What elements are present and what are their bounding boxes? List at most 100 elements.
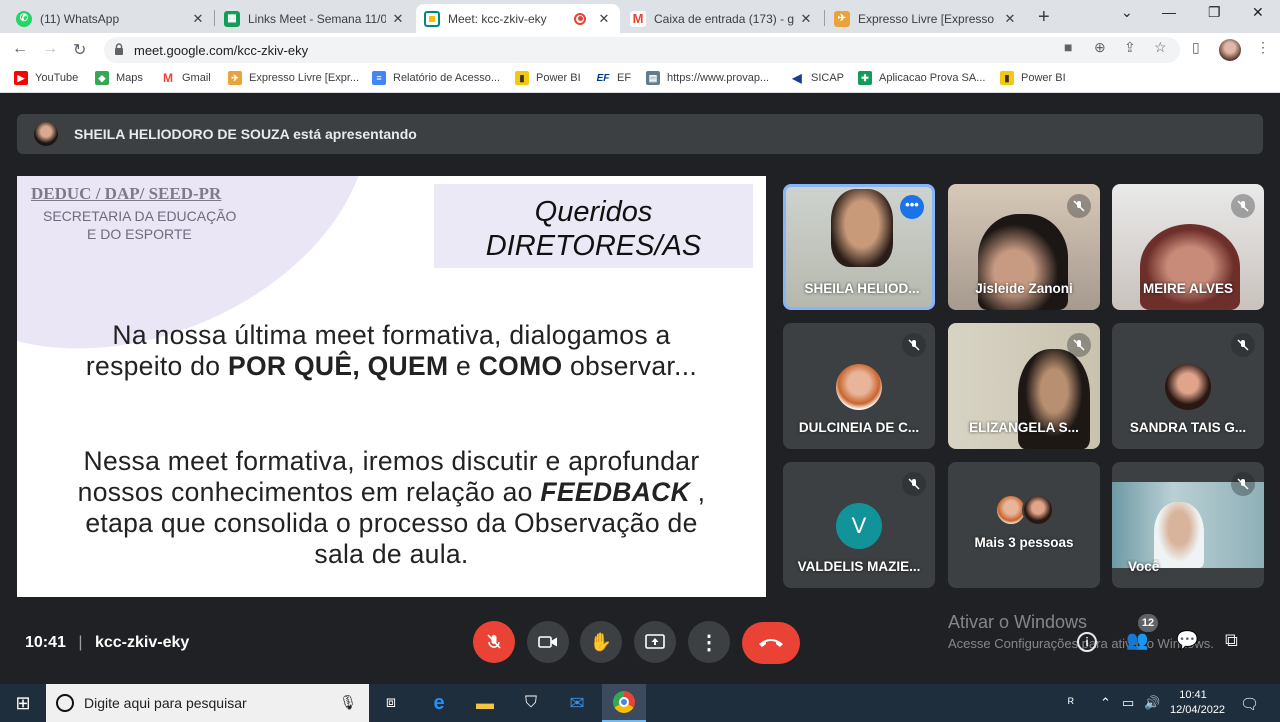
show-hidden-icons[interactable]: ⌃ [1100, 695, 1111, 711]
network-icon[interactable]: ▭ [1122, 695, 1134, 711]
bookmark-powerbi-2[interactable]: ▮ Power BI [1000, 71, 1066, 85]
store-button[interactable]: ⛉ [520, 692, 542, 714]
restore-button[interactable]: ❐ [1208, 4, 1221, 21]
address-bar[interactable]: meet.google.com/kcc-zkiv-eky [104, 37, 1180, 63]
meeting-details-button[interactable]: i [1077, 630, 1097, 652]
volume-icon[interactable]: 🔊 [1144, 695, 1160, 711]
minimize-button[interactable]: — [1162, 4, 1176, 20]
people-tray-icon[interactable]: ᴿ [1068, 695, 1074, 710]
mic-toggle-button[interactable] [473, 621, 515, 663]
meeting-info: 10:41 | kcc-zkiv-eky [25, 634, 189, 652]
new-tab-button[interactable]: + [1038, 6, 1050, 29]
whatsapp-icon: ✆ [16, 10, 32, 27]
notifications-icon[interactable]: 🗨 [1240, 695, 1259, 713]
slide-paragraph1-line1: Na nossa última meet formativa, dialogam… [112, 320, 671, 350]
bookmark-expresso[interactable]: ✈ Expresso Livre [Expr... [228, 71, 359, 85]
bookmark-label: Expresso Livre [Expr... [249, 72, 360, 84]
tab-search-icon[interactable]: ⌄ [1121, 4, 1133, 21]
bookmark-provap[interactable]: ▤ https://www.provap... [646, 71, 769, 85]
bookmark-maps[interactable]: ◆ Maps [95, 71, 143, 85]
mail-button[interactable]: ✉ [566, 692, 588, 714]
chat-button[interactable]: 💬 [1176, 630, 1198, 651]
tab-whatsapp[interactable]: ✆ (11) WhatsApp ✕ [8, 4, 214, 33]
participant-tile-jisleide[interactable]: Jisleide Zanoni [948, 184, 1100, 310]
zoom-icon[interactable]: ⊕ [1094, 39, 1106, 56]
camera-toggle-button[interactable] [527, 621, 569, 663]
participant-tile-voce[interactable]: Você [1112, 462, 1264, 588]
meeting-code: kcc-zkiv-eky [94, 634, 190, 651]
participant-video [831, 189, 893, 267]
activities-button[interactable]: ⧉ [1225, 630, 1238, 651]
close-icon[interactable]: ✕ [596, 11, 612, 27]
menu-icon[interactable]: ⋮ [1256, 39, 1270, 56]
bookmark-label: EF [617, 72, 632, 84]
edge-button[interactable]: e [428, 692, 450, 714]
store-icon: ⛉ [524, 694, 537, 711]
present-button[interactable] [634, 621, 676, 663]
participant-tile-more-people[interactable]: Mais 3 pessoas [948, 462, 1100, 588]
bookmark-youtube[interactable]: ▶ YouTube [14, 71, 78, 85]
slide-paragraph1-line2: respeito do POR QUÊ, QUEM e COMO observa… [85, 351, 698, 381]
slide-paragraph2-line4: sala de aula. [314, 539, 469, 569]
activities-icon: ⧉ [1225, 630, 1238, 650]
bookmark-sicap[interactable]: ◀ SICAP [790, 71, 844, 85]
close-icon[interactable]: ✕ [1002, 11, 1018, 27]
reload-button[interactable]: ↻ [73, 40, 86, 60]
task-view-button[interactable]: ⧈ [380, 692, 402, 714]
tab-expresso[interactable]: ✈ Expresso Livre [Expresso Mai ✕ [826, 4, 1026, 33]
bookmark-label: Gmail [182, 72, 211, 84]
participant-name: Você [1128, 559, 1160, 574]
participant-tile-sandra[interactable]: SANDRA TAIS G... [1112, 323, 1264, 449]
participant-tile-elizangela[interactable]: ELIZANGELA S... [948, 323, 1100, 449]
back-button[interactable]: ← [12, 40, 28, 58]
people-count-badge: 12 [1138, 614, 1158, 632]
bookmark-ef[interactable]: EF EF [596, 71, 631, 85]
tab-gmail[interactable]: M Caixa de entrada (173) - gise ✕ [622, 4, 822, 33]
participant-tile-sheila[interactable]: ••• SHEILA HELIOD... [783, 184, 935, 310]
leave-call-button[interactable] [742, 622, 800, 664]
video-camera-icon [538, 636, 557, 648]
participant-tile-meire[interactable]: MEIRE ALVES [1112, 184, 1264, 310]
chrome-button[interactable] [602, 684, 646, 722]
presenting-text: SHEILA HELIODORO DE SOUZA está apresenta… [74, 126, 417, 142]
raise-hand-button[interactable]: ✋ [580, 621, 622, 663]
taskbar-search[interactable]: Digite aqui para pesquisar 🎙 [46, 684, 369, 722]
taskbar-clock[interactable]: 10:41 12/04/2022 [1170, 688, 1225, 718]
close-icon[interactable]: ✕ [390, 11, 406, 27]
start-button[interactable]: ⊞ [12, 692, 34, 714]
gmail-icon: M [161, 71, 175, 85]
participant-tile-dulcineia[interactable]: DULCINEIA DE C... [783, 323, 935, 449]
powerbi-icon: ▮ [1000, 71, 1014, 85]
participant-name: SANDRA TAIS G... [1129, 420, 1247, 435]
bookmark-powerbi[interactable]: ▮ Power BI [515, 71, 581, 85]
windows-taskbar: ⊞ Digite aqui para pesquisar 🎙 ⧈ e ▬ ⛉ ✉… [0, 684, 1280, 722]
slide-header-esporte: E DO ESPORTE [87, 226, 192, 242]
bookmark-label: Relatório de Acesso... [393, 72, 501, 84]
folder-icon: ▬ [476, 692, 494, 713]
bookmark-star-icon[interactable]: ☆ [1154, 39, 1167, 56]
profile-avatar[interactable] [1219, 39, 1241, 61]
mic-off-icon [1231, 194, 1255, 218]
close-icon[interactable]: ✕ [190, 11, 206, 27]
tab-title: Caixa de entrada (173) - gise [654, 11, 794, 26]
microphone-icon: 🎙 [339, 694, 357, 710]
bookmark-aplicacao[interactable]: ✚ Aplicacao Prova SA... [858, 71, 985, 85]
forward-button[interactable]: → [42, 40, 58, 58]
close-icon[interactable]: ✕ [798, 11, 814, 27]
camera-icon[interactable]: ■ [1064, 39, 1072, 55]
participant-tile-valdelis[interactable]: V VALDELIS MAZIE... [783, 462, 935, 588]
bookmark-relatorio[interactable]: ≡ Relatório de Acesso... [372, 71, 500, 85]
file-explorer-button[interactable]: ▬ [474, 692, 496, 714]
more-options-button[interactable]: ⋮ [688, 621, 730, 663]
more-vert-icon: ⋮ [699, 631, 719, 654]
people-button[interactable]: 👥 [1126, 630, 1148, 651]
more-options-icon[interactable]: ••• [900, 195, 924, 219]
mic-off-icon [487, 634, 501, 649]
close-window-button[interactable]: ✕ [1252, 4, 1264, 21]
side-panel-icon[interactable]: ▯ [1192, 39, 1200, 56]
tab-links-meet[interactable]: ▦ Links Meet - Semana 11/04 a ✕ [216, 4, 414, 33]
bookmark-label: SICAP [811, 72, 845, 84]
share-icon[interactable]: ⇪ [1124, 39, 1136, 56]
bookmark-gmail[interactable]: M Gmail [161, 71, 211, 85]
tab-meet[interactable]: Meet: kcc-zkiv-eky ✕ [416, 4, 620, 33]
